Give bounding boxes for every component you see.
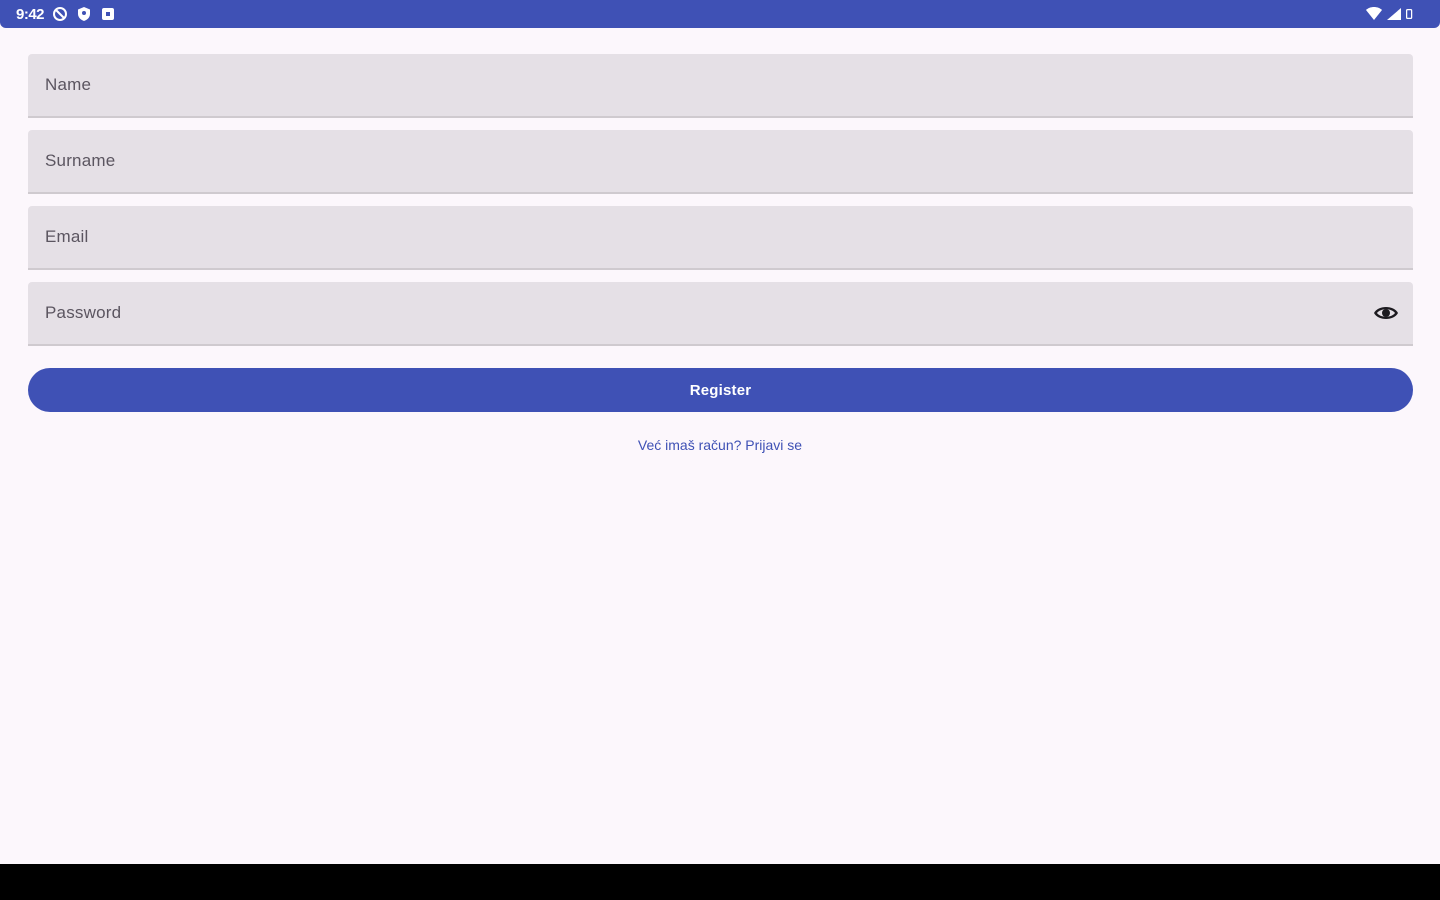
status-time: 9:42 [16,5,45,23]
signal-icon [1387,8,1401,20]
status-bar-right [1366,4,1416,24]
surname-placeholder: Surname [45,151,116,170]
email-placeholder: Email [45,227,89,246]
password-field[interactable]: Password [28,282,1413,346]
name-field[interactable]: Name [28,54,1413,118]
status-bar-left: 9:42 [16,4,116,24]
shield-icon [78,7,91,21]
wifi-icon [1366,7,1382,20]
register-screen: 9:42 Name Surname Email Password Registe… [0,0,1440,900]
notification-icon [102,8,115,20]
navigation-bar [0,864,1440,900]
register-button[interactable]: Register [28,368,1413,412]
name-placeholder: Name [45,75,92,94]
do-not-disturb-icon [53,7,68,21]
email-field[interactable]: Email [28,206,1413,270]
battery-icon [1406,9,1413,19]
login-link[interactable]: Već imaš račun? Prijavi se [0,437,1440,453]
eye-icon[interactable] [1373,302,1399,324]
password-placeholder: Password [45,303,122,322]
surname-field[interactable]: Surname [28,130,1413,194]
status-bar: 9:42 [0,0,1440,28]
